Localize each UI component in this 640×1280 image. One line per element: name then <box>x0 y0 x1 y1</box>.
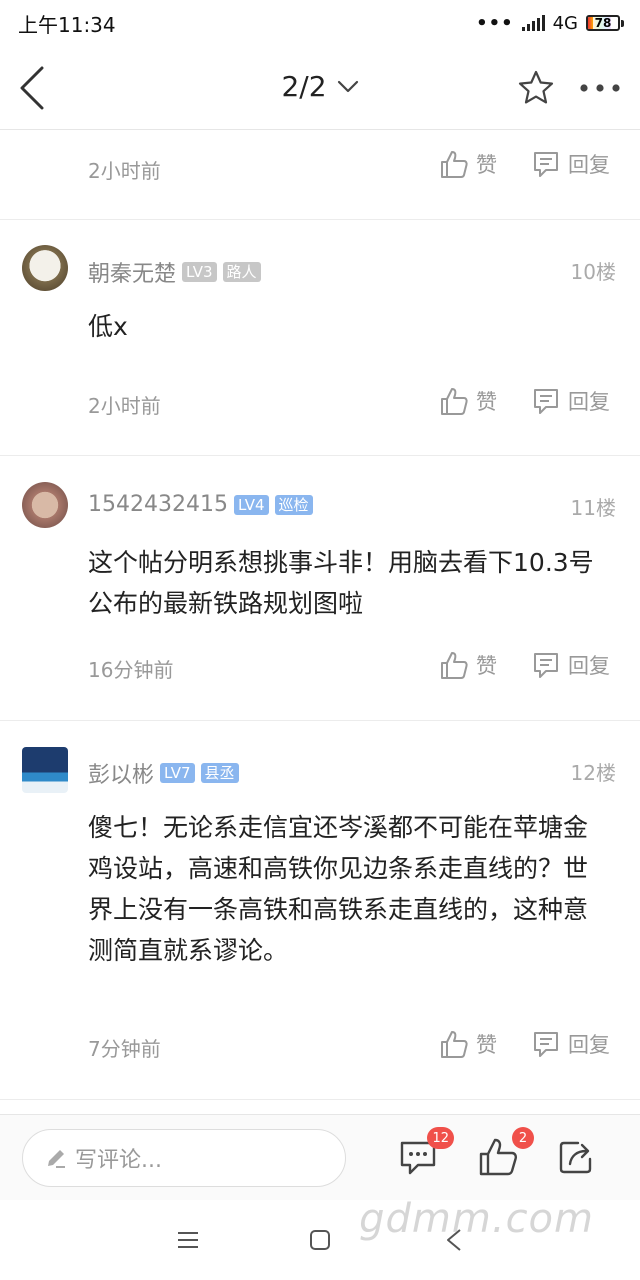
reply-bubble-icon <box>534 389 558 414</box>
status-bar: 上午11:34 ••• 4G 78 <box>0 0 640 46</box>
avatar[interactable] <box>22 482 68 528</box>
thumbs-up-icon <box>441 652 468 679</box>
menu-icon <box>178 1232 198 1248</box>
title-badge: 县丞 <box>200 763 239 783</box>
signal-icon <box>521 15 545 31</box>
bottom-action-bar: 写评论... 12 2 <box>0 1114 640 1200</box>
floor-number: 12楼 <box>570 761 616 785</box>
comment-count-badge: 12 <box>427 1127 454 1149</box>
username[interactable]: 1542432415 <box>88 492 228 517</box>
username[interactable]: 朝秦无楚 <box>88 256 176 288</box>
thumbs-up-icon <box>441 388 468 415</box>
like-label: 赞 <box>476 390 497 414</box>
reply-label: 回复 <box>568 390 610 414</box>
thumbs-up-icon <box>441 1031 468 1058</box>
comment-time: 7分钟前 <box>88 1037 161 1061</box>
level-badge: LV4 <box>233 494 269 515</box>
battery-icon: 78 <box>586 15 624 31</box>
level-badge: LV7 <box>160 763 195 783</box>
like-button[interactable]: 赞 <box>440 149 497 179</box>
share-button[interactable] <box>556 1137 598 1179</box>
like-button[interactable]: 赞 <box>440 386 497 416</box>
comment-item: 2小时前 赞 回复 <box>0 131 640 219</box>
chevron-down-icon <box>337 80 358 92</box>
home-square-icon <box>310 1230 330 1250</box>
title-badge: 路人 <box>222 262 261 282</box>
reply-button[interactable]: 回复 <box>532 1029 610 1059</box>
battery-level: 78 <box>592 16 614 30</box>
like-label: 赞 <box>476 1033 497 1057</box>
star-icon <box>518 70 554 104</box>
reply-label: 回复 <box>568 1033 610 1057</box>
reply-button[interactable]: 回复 <box>532 149 610 179</box>
floor-number: 10楼 <box>570 260 616 284</box>
pencil-icon <box>48 1150 65 1168</box>
page-indicator-label: 2/2 <box>281 70 327 103</box>
reply-label: 回复 <box>568 153 610 177</box>
username[interactable]: 彭以彬 <box>88 757 154 789</box>
reply-bubble-icon <box>534 653 558 678</box>
like-button[interactable]: 赞 <box>440 1029 497 1059</box>
menu-button[interactable] <box>172 1224 204 1256</box>
favorite-button[interactable] <box>516 68 556 108</box>
watermark: gdmm.com <box>359 1196 594 1242</box>
avatar[interactable] <box>22 747 68 793</box>
divider <box>0 1099 640 1100</box>
comment-time: 2小时前 <box>88 394 161 418</box>
comments-button[interactable]: 12 <box>398 1127 454 1179</box>
like-post-button[interactable]: 2 <box>478 1127 534 1179</box>
like-button[interactable]: 赞 <box>440 650 497 680</box>
comment-time: 16分钟前 <box>88 658 174 682</box>
reply-label: 回复 <box>568 654 610 678</box>
status-indicators: ••• 4G 78 <box>476 13 624 34</box>
like-count-badge: 2 <box>512 1127 534 1149</box>
notification-dots-icon: ••• <box>476 12 514 34</box>
share-icon <box>559 1141 592 1174</box>
comment-content: 傻七！无论系走信宜还岑溪都不可能在苹塘金鸡设站，高速和高铁你见边条系走直线的？世… <box>88 813 589 965</box>
comment-item: 彭以彬 LV7 县丞 12楼 傻七！无论系走信宜还岑溪都不可能在苹塘金鸡设站，高… <box>0 721 640 1099</box>
comment-content: 低x <box>88 312 128 341</box>
comment-time: 2小时前 <box>88 159 161 183</box>
comment-input[interactable]: 写评论... <box>22 1129 346 1187</box>
thumbs-up-icon <box>479 1138 517 1176</box>
more-button[interactable] <box>576 68 624 108</box>
user-info: 彭以彬 LV7 县丞 <box>88 757 239 789</box>
reply-bubble-icon <box>534 1032 558 1057</box>
more-dots-icon <box>580 84 620 92</box>
home-button[interactable] <box>304 1224 336 1256</box>
comment-input-placeholder: 写评论... <box>75 1148 162 1173</box>
user-info: 1542432415 LV4 巡检 <box>88 492 313 517</box>
thumbs-up-icon <box>441 151 468 178</box>
avatar[interactable] <box>22 245 68 291</box>
user-info: 朝秦无楚 LV3 路人 <box>88 256 261 288</box>
like-label: 赞 <box>476 654 497 678</box>
title-badge: 巡检 <box>274 494 313 515</box>
top-nav-bar: 2/2 <box>0 46 640 130</box>
comment-item: 朝秦无楚 LV3 路人 10楼 低x 2小时前 赞 回复 <box>0 220 640 456</box>
reply-bubble-icon <box>534 152 558 177</box>
network-type: 4G <box>552 12 578 34</box>
comment-item: 1542432415 LV4 巡检 11楼 这个帖分明系想挑事斗非！用脑去看下1… <box>0 456 640 720</box>
comment-content: 这个帖分明系想挑事斗非！用脑去看下10.3号公布的最新铁路规划图啦 <box>88 548 594 618</box>
reply-button[interactable]: 回复 <box>532 386 610 416</box>
status-time: 上午11:34 <box>18 12 116 37</box>
floor-number: 11楼 <box>570 496 616 520</box>
level-badge: LV3 <box>182 262 217 282</box>
like-label: 赞 <box>476 153 497 177</box>
reply-button[interactable]: 回复 <box>532 650 610 680</box>
